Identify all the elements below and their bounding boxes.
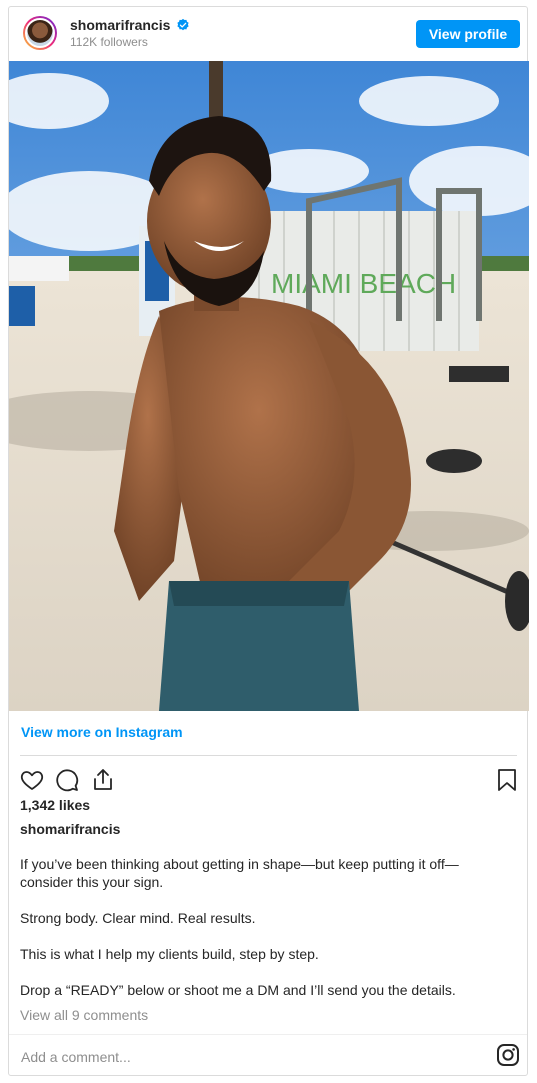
action-bar <box>9 764 527 794</box>
post-header: shomarifrancis 112K followers View profi… <box>9 7 527 61</box>
instagram-embed-card: shomarifrancis 112K followers View profi… <box>8 6 529 1076</box>
like-count[interactable]: 1,342 likes <box>20 797 90 813</box>
caption-line: Drop a “READY” below or shoot me a DM an… <box>20 982 456 998</box>
post-photo[interactable]: MIAMI BEACH <box>9 61 529 711</box>
beach-sign-text: MIAMI BEACH <box>271 268 456 299</box>
share-icon[interactable] <box>91 767 115 793</box>
verified-badge-icon <box>177 18 189 31</box>
bookmark-icon[interactable] <box>496 768 518 792</box>
view-profile-button[interactable]: View profile <box>416 20 520 48</box>
divider <box>20 755 517 756</box>
instagram-logo-icon[interactable] <box>496 1043 520 1067</box>
comment-bar <box>9 1034 527 1076</box>
comment-bubble-icon[interactable] <box>55 768 79 792</box>
caption-author[interactable]: shomarifrancis <box>20 821 120 837</box>
caption-line: This is what I help my clients build, st… <box>20 946 319 962</box>
caption-line: If you’ve been thinking about getting in… <box>20 856 459 890</box>
follower-count: 112K followers <box>70 35 148 49</box>
post-image: MIAMI BEACH <box>9 61 529 711</box>
username[interactable]: shomarifrancis <box>70 17 170 33</box>
view-more-on-instagram-link[interactable]: View more on Instagram <box>21 724 183 740</box>
caption: If you’ve been thinking about getting in… <box>20 855 510 1017</box>
add-comment-input[interactable] <box>19 1045 463 1069</box>
caption-line: Strong body. Clear mind. Real results. <box>20 910 256 926</box>
avatar[interactable] <box>23 16 57 50</box>
view-all-comments-link[interactable]: View all 9 comments <box>20 1007 148 1023</box>
heart-icon[interactable] <box>19 768 45 792</box>
